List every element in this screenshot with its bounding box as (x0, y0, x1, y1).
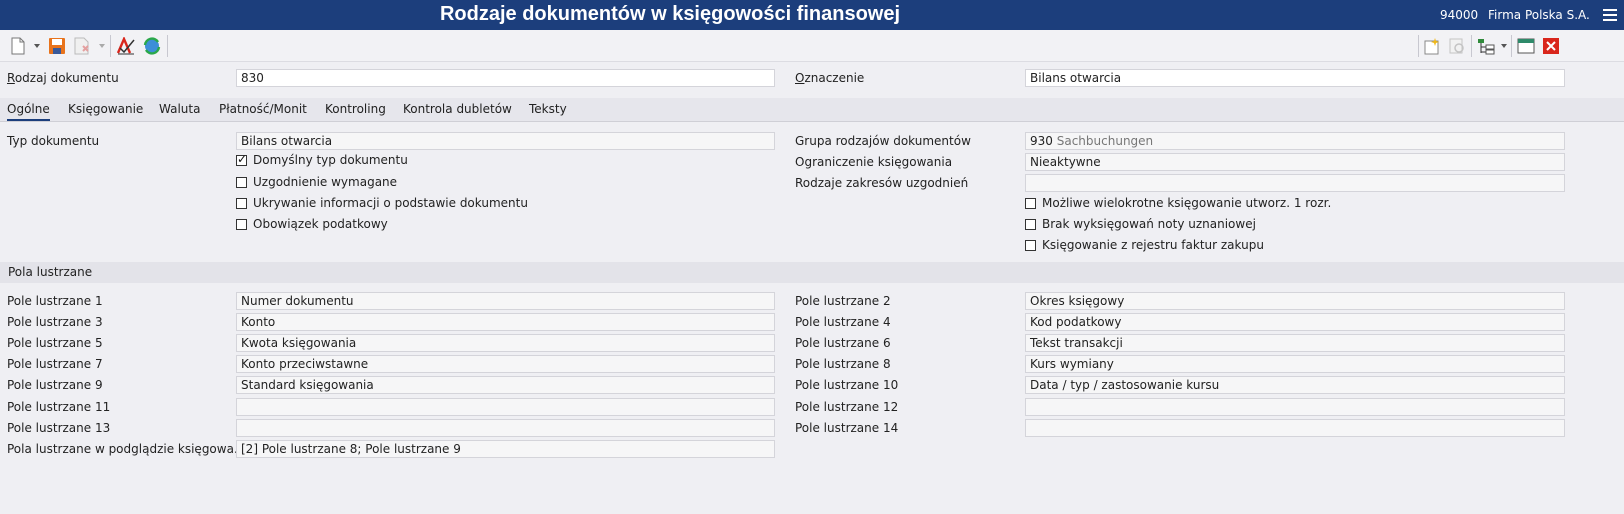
tab-payment[interactable]: Płatność/Monit (219, 102, 307, 116)
preview-icon (1447, 36, 1467, 56)
mirror-field-4[interactable]: Kod podatkowy (1025, 313, 1565, 331)
close-icon[interactable] (1541, 36, 1561, 56)
checkbox-icon[interactable] (1025, 197, 1036, 209)
posting-restriction-field[interactable]: Nieaktywne (1025, 153, 1565, 171)
mirror-field-12[interactable] (1025, 398, 1565, 416)
mirror-label-9: Pole lustrzane 9 (7, 378, 103, 392)
checkbox-icon[interactable] (1025, 239, 1036, 251)
tab-currency[interactable]: Waluta (159, 102, 200, 116)
tab-bar: Ogólne Księgowanie Waluta Płatność/Monit… (0, 98, 1624, 122)
mirror-field-14[interactable] (1025, 419, 1565, 437)
window-icon[interactable] (1516, 36, 1536, 56)
tree-view-icon[interactable] (1476, 36, 1496, 56)
mirror-label-11: Pole lustrzane 11 (7, 400, 111, 414)
reconciliation-ranges-label: Rodzaje zakresów uzgodnień (795, 176, 969, 190)
page-title: Rodzaje dokumentów w księgowości finanso… (439, 3, 901, 25)
mirror-fields-section-header: Pola lustrzane (0, 262, 1624, 283)
delete-icon (73, 36, 91, 56)
checkbox-default-doc-type[interactable]: Domyślny typ dokumentu (236, 152, 408, 167)
mirror-field-10[interactable]: Data / typ / zastosowanie kursu (1025, 376, 1565, 394)
validate-icon[interactable] (115, 36, 137, 56)
typ-dokumentu-field[interactable]: Bilans otwarcia (236, 132, 775, 150)
refresh-icon[interactable] (141, 36, 163, 56)
mirror-field-7[interactable]: Konto przeciwstawne (236, 355, 775, 373)
mirror-label-7: Pole lustrzane 7 (7, 357, 103, 371)
mirror-label-6: Pole lustrzane 6 (795, 336, 891, 350)
posting-restriction-label: Ograniczenie księgowania (795, 155, 953, 169)
doc-type-group-label: Grupa rodzajów dokumentów (795, 134, 971, 148)
designation-label: Oznaczenie (795, 71, 865, 85)
mirror-label-3: Pole lustrzane 3 (7, 315, 103, 329)
checkbox-reconciliation-required[interactable]: Uzgodnienie wymagane (236, 175, 397, 189)
mirror-label-14: Pole lustrzane 14 (795, 421, 899, 435)
hamburger-menu-icon[interactable] (1603, 9, 1617, 21)
checkbox-icon[interactable] (236, 197, 247, 209)
title-bar: Rodzaje dokumentów w księgowości finanso… (0, 0, 1624, 30)
typ-dokumentu-label: Typ dokumentu (7, 134, 100, 148)
mirror-label-8: Pole lustrzane 8 (795, 357, 891, 371)
mirror-field-8[interactable]: Kurs wymiany (1025, 355, 1565, 373)
mirror-preview-label: Pola lustrzane w podglądzie księgowa... (7, 442, 246, 456)
mirror-label-5: Pole lustrzane 5 (7, 336, 103, 350)
checkbox-checked-icon[interactable] (236, 152, 247, 166)
doc-type-label: Rodzaj dokumentu (7, 71, 119, 85)
mirror-label-1: Pole lustrzane 1 (7, 294, 103, 308)
mirror-field-5[interactable]: Kwota księgowania (236, 334, 775, 352)
mirror-field-3[interactable]: Konto (236, 313, 775, 331)
doc-type-input[interactable]: 830 (236, 69, 775, 87)
delete-dropdown-arrow-icon (99, 44, 105, 48)
company-id: 94000 (1440, 8, 1479, 22)
tab-texts[interactable]: Teksty (529, 102, 567, 116)
mirror-field-9[interactable]: Standard księgowania (236, 376, 775, 394)
checkbox-no-credit-note[interactable]: Brak wyksięgowań noty uznaniowej (1025, 217, 1256, 231)
mirror-preview-field[interactable]: [2] Pole lustrzane 8; Pole lustrzane 9 (236, 440, 775, 458)
checkbox-icon[interactable] (236, 176, 247, 188)
mirror-label-2: Pole lustrzane 2 (795, 294, 891, 308)
tab-general[interactable]: Ogólne (7, 102, 50, 121)
toolbar (0, 30, 1624, 62)
tree-view-dropdown-arrow-icon[interactable] (1501, 44, 1507, 48)
doc-type-group-field[interactable]: 930 Sachbuchungen (1025, 132, 1565, 150)
checkbox-icon[interactable] (1025, 218, 1036, 230)
reconciliation-ranges-field[interactable] (1025, 174, 1565, 192)
mirror-label-4: Pole lustrzane 4 (795, 315, 891, 329)
mirror-label-13: Pole lustrzane 13 (7, 421, 111, 435)
new-record-icon[interactable] (1422, 36, 1442, 56)
mirror-field-1[interactable]: Numer dokumentu (236, 292, 775, 310)
new-dropdown-arrow-icon[interactable] (34, 44, 40, 48)
checkbox-tax-obligation[interactable]: Obowiązek podatkowy (236, 217, 388, 231)
mirror-field-13[interactable] (236, 419, 775, 437)
designation-input[interactable]: Bilans otwarcia (1025, 69, 1565, 87)
tab-posting[interactable]: Księgowanie (68, 102, 143, 116)
new-document-icon[interactable] (9, 36, 27, 56)
tab-duplicates[interactable]: Kontrola dubletów (403, 102, 512, 116)
checkbox-purchase-invoice-register[interactable]: Księgowanie z rejestru faktur zakupu (1025, 238, 1264, 252)
checkbox-hide-info[interactable]: Ukrywanie informacji o podstawie dokumen… (236, 196, 528, 210)
mirror-field-2[interactable]: Okres księgowy (1025, 292, 1565, 310)
tab-controlling[interactable]: Kontroling (325, 102, 386, 116)
mirror-field-6[interactable]: Tekst transakcji (1025, 334, 1565, 352)
company-name: Firma Polska S.A. (1488, 8, 1590, 22)
checkbox-icon[interactable] (236, 218, 247, 230)
mirror-label-12: Pole lustrzane 12 (795, 400, 899, 414)
checkbox-multiple-posting[interactable]: Możliwe wielokrotne księgowanie utworz. … (1025, 196, 1331, 210)
mirror-label-10: Pole lustrzane 10 (795, 378, 899, 392)
mirror-field-11[interactable] (236, 398, 775, 416)
save-icon[interactable] (47, 36, 67, 56)
